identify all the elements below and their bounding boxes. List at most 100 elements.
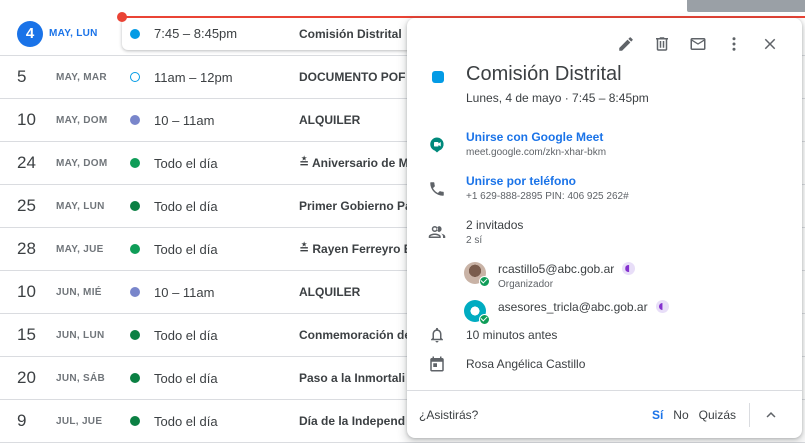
date-cell[interactable]: 10 JUN, MIÉ (17, 282, 102, 302)
day-number[interactable]: 28 (17, 239, 49, 259)
event-time: Todo el día (154, 370, 218, 386)
event-title[interactable]: Comisión Distrital (299, 27, 402, 41)
date-cell[interactable]: 4 MAY, LUN (17, 20, 98, 47)
popup-toolbar (608, 32, 788, 56)
day-name: JUN, MIÉ (56, 286, 102, 298)
day-number[interactable]: 24 (17, 153, 49, 173)
event-title[interactable]: DOCUMENTO POF (299, 70, 405, 84)
bell-icon (427, 325, 447, 345)
event-title[interactable]: Paso a la Inmortali (299, 371, 405, 385)
top-strip (0, 0, 805, 12)
day-number[interactable]: 25 (17, 196, 49, 216)
event-time-cell[interactable]: 10 – 11am (130, 113, 298, 128)
event-title[interactable]: ≛ Aniversario de M (299, 156, 409, 170)
event-time: Todo el día (154, 241, 218, 257)
event-time-cell[interactable]: Todo el día (130, 371, 298, 386)
date-cell[interactable]: 28 MAY, JUE (17, 239, 104, 259)
rsvp-yes-button[interactable]: Sí (652, 408, 663, 422)
event-time: 10 – 11am (154, 112, 215, 128)
event-color-dot (130, 373, 140, 383)
meet-icon (427, 135, 447, 155)
meet-url: meet.google.com/zkn-xhar-bkm (466, 147, 607, 158)
event-color-dot (130, 330, 140, 340)
date-cell[interactable]: 24 MAY, DOM (17, 153, 107, 173)
day-number[interactable]: 5 (17, 67, 49, 87)
close-button[interactable] (752, 32, 788, 56)
calendar-owner: Rosa Angélica Castillo (466, 357, 586, 371)
delete-button[interactable] (644, 32, 680, 56)
accepted-check-icon (479, 276, 490, 287)
event-time: Todo el día (154, 413, 218, 429)
event-time-cell[interactable]: 7:45 – 8:45pm (130, 26, 298, 41)
away-status-icon (622, 262, 636, 275)
pencil-icon (619, 37, 633, 51)
people-icon (427, 222, 447, 242)
event-time-cell[interactable]: Todo el día (130, 328, 298, 343)
day-number[interactable]: 10 (17, 282, 49, 302)
day-name: JUN, LUN (56, 329, 105, 341)
guest-row[interactable]: rcastillo5@abc.gob.ar Organizador (464, 262, 636, 290)
event-color-dot (130, 244, 140, 254)
guest-email: rcastillo5@abc.gob.ar (498, 262, 636, 276)
date-cell[interactable]: 5 MAY, MAR (17, 67, 107, 87)
event-color-dot (130, 28, 140, 39)
date-cell[interactable]: 10 MAY, DOM (17, 110, 107, 130)
event-time: Todo el día (154, 327, 218, 343)
event-time: 10 – 11am (154, 284, 215, 300)
avatar (464, 300, 490, 325)
expand-button[interactable] (762, 406, 780, 424)
date-cell[interactable]: 15 JUN, LUN (17, 325, 105, 345)
email-guests-button[interactable] (680, 32, 716, 56)
rsvp-options: Sí No Quizás (652, 408, 736, 422)
date-cell[interactable]: 9 JUL, JUE (17, 411, 102, 431)
event-time-cell[interactable]: Todo el día (130, 199, 298, 214)
event-color-square (432, 71, 444, 83)
day-number[interactable]: 15 (17, 325, 49, 345)
mail-icon (690, 38, 706, 50)
date-cell[interactable]: 25 MAY, LUN (17, 196, 105, 216)
rsvp-maybe-button[interactable]: Quizás (699, 408, 736, 422)
event-color-dot (130, 72, 140, 82)
more-options-button[interactable] (716, 32, 752, 56)
event-time-cell[interactable]: 10 – 11am (130, 285, 298, 300)
guests-count: 2 invitados (466, 218, 524, 232)
rsvp-question: ¿Asistirás? (419, 407, 479, 422)
event-datetime: Lunes, 4 de mayo · 7:45 – 8:45pm (466, 91, 649, 105)
join-phone-link[interactable]: Unirse por teléfono (466, 174, 629, 188)
event-time-cell[interactable]: 11am – 12pm (130, 70, 298, 85)
event-title: Comisión Distrital (466, 63, 622, 85)
event-details-popup: Comisión Distrital Lunes, 4 de mayo · 7:… (407, 18, 802, 438)
event-title[interactable]: Día de la Independ (299, 414, 405, 428)
day-number[interactable]: 9 (17, 411, 49, 431)
day-number[interactable]: 20 (17, 368, 49, 388)
rsvp-footer: ¿Asistirás? Sí No Quizás (407, 390, 802, 438)
avatar (464, 262, 490, 287)
day-name: MAY, LUN (49, 28, 98, 39)
event-time-cell[interactable]: Todo el día (130, 242, 298, 257)
event-time-cell[interactable]: Todo el día (130, 156, 298, 171)
event-title[interactable]: ALQUILER (299, 113, 360, 127)
phone-detail: +1 629-888-2895 PIN: 406 925 262# (466, 191, 629, 202)
guest-row[interactable]: asesores_tricla@abc.gob.ar (464, 300, 669, 325)
day-number[interactable]: 4 (17, 20, 43, 47)
scrollbar-thumb[interactable] (687, 0, 805, 12)
event-title[interactable]: ALQUILER (299, 285, 360, 299)
day-number[interactable]: 10 (17, 110, 49, 130)
edit-button[interactable] (608, 32, 644, 56)
event-time-cell[interactable]: Todo el día (130, 414, 298, 429)
rsvp-no-button[interactable]: No (673, 408, 688, 422)
phone-icon (427, 179, 447, 199)
day-name: JUL, JUE (56, 415, 103, 427)
join-meet-link[interactable]: Unirse con Google Meet (466, 130, 606, 144)
event-color-dot (130, 201, 140, 211)
guest-role: Organizador (498, 279, 554, 290)
event-color-dot (130, 115, 140, 125)
day-name: MAY, DOM (56, 157, 108, 169)
event-title[interactable]: ≛ Rayen Ferreyro E (299, 242, 412, 256)
event-title[interactable]: Primer Gobierno Pa (299, 199, 412, 213)
event-color-dot (130, 416, 140, 426)
phone-section: Unirse por teléfono +1 629-888-2895 PIN:… (466, 174, 629, 202)
reminder: 10 minutos antes (466, 328, 558, 342)
date-cell[interactable]: 20 JUN, SÁB (17, 368, 105, 388)
event-title[interactable]: Conmemoración de (299, 328, 411, 342)
